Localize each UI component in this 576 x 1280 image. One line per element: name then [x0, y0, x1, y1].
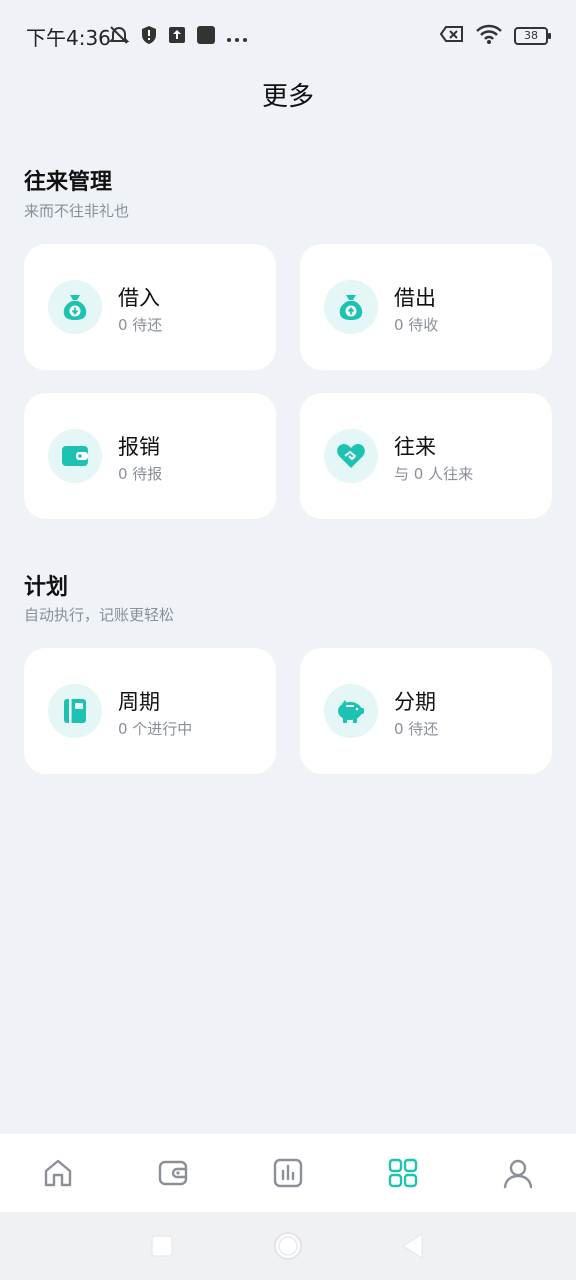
- home-button[interactable]: [272, 1230, 304, 1266]
- card-reimburse[interactable]: 报销 0 待报: [24, 393, 276, 519]
- book-icon: [48, 684, 102, 738]
- app-square-icon: [196, 25, 216, 49]
- tab-home[interactable]: [28, 1143, 88, 1203]
- tab-more[interactable]: [373, 1143, 433, 1203]
- no-sim-icon: [439, 25, 464, 47]
- chart-icon: [273, 1158, 303, 1188]
- card-subtitle: 0 待还: [118, 316, 163, 334]
- card-contacts[interactable]: 往来 与 0 人往来: [300, 393, 552, 519]
- back-button[interactable]: [400, 1232, 426, 1264]
- status-bar: 下午4:36 38: [0, 0, 576, 72]
- card-title: 报销: [118, 435, 160, 459]
- card-subtitle: 0 个进行中: [118, 720, 193, 738]
- system-nav-bar: [0, 1212, 576, 1280]
- circle-icon: [274, 1232, 302, 1260]
- card-title: 借出: [394, 286, 436, 310]
- upload-icon: [168, 26, 186, 48]
- card-title: 借入: [118, 286, 160, 310]
- wallet-icon: [158, 1160, 187, 1186]
- money-bag-down-icon: [48, 280, 102, 334]
- recent-apps-button[interactable]: [150, 1234, 174, 1262]
- section-title-plan: 计划: [24, 575, 69, 600]
- bottom-tab-bar: [0, 1134, 576, 1212]
- status-icons-left: [108, 24, 248, 50]
- section-subtitle-plan: 自动执行，记账更轻松: [24, 606, 175, 624]
- shield-icon: [140, 25, 158, 49]
- piggy-bank-icon: [324, 684, 378, 738]
- section-title-contacts: 往来管理: [24, 170, 113, 195]
- card-recurring[interactable]: 周期 0 个进行中: [24, 648, 276, 774]
- page-title: 更多: [261, 82, 314, 112]
- card-subtitle: 与 0 人往来: [394, 465, 474, 483]
- more-dots-icon: [226, 28, 248, 47]
- card-lend-out[interactable]: 借出 0 待收: [300, 244, 552, 370]
- back-triangle-icon: [402, 1233, 423, 1259]
- wallet-icon: [48, 429, 102, 483]
- card-title: 分期: [394, 690, 436, 714]
- heart-handshake-icon: [324, 429, 378, 483]
- mute-icon: [108, 24, 130, 50]
- user-icon: [504, 1159, 533, 1189]
- grid-icon: [388, 1158, 418, 1188]
- card-borrow-in[interactable]: 借入 0 待还: [24, 244, 276, 370]
- square-icon: [151, 1235, 173, 1257]
- card-subtitle: 0 待还: [394, 720, 439, 738]
- battery-icon: 38: [514, 27, 551, 45]
- card-subtitle: 0 待报: [118, 465, 163, 483]
- section-subtitle-contacts: 来而不往非礼也: [24, 202, 130, 220]
- money-bag-up-icon: [324, 280, 378, 334]
- card-installment[interactable]: 分期 0 待还: [300, 648, 552, 774]
- card-subtitle: 0 待收: [394, 316, 439, 334]
- card-title: 往来: [394, 435, 436, 459]
- status-time: 下午4:36: [26, 26, 111, 50]
- tab-stats[interactable]: [258, 1143, 318, 1203]
- tab-wallet[interactable]: [143, 1143, 203, 1203]
- tab-profile[interactable]: [488, 1143, 548, 1203]
- wifi-icon: [476, 24, 502, 48]
- home-icon: [44, 1159, 71, 1187]
- card-title: 周期: [118, 690, 160, 714]
- status-icons-right: 38: [439, 24, 551, 48]
